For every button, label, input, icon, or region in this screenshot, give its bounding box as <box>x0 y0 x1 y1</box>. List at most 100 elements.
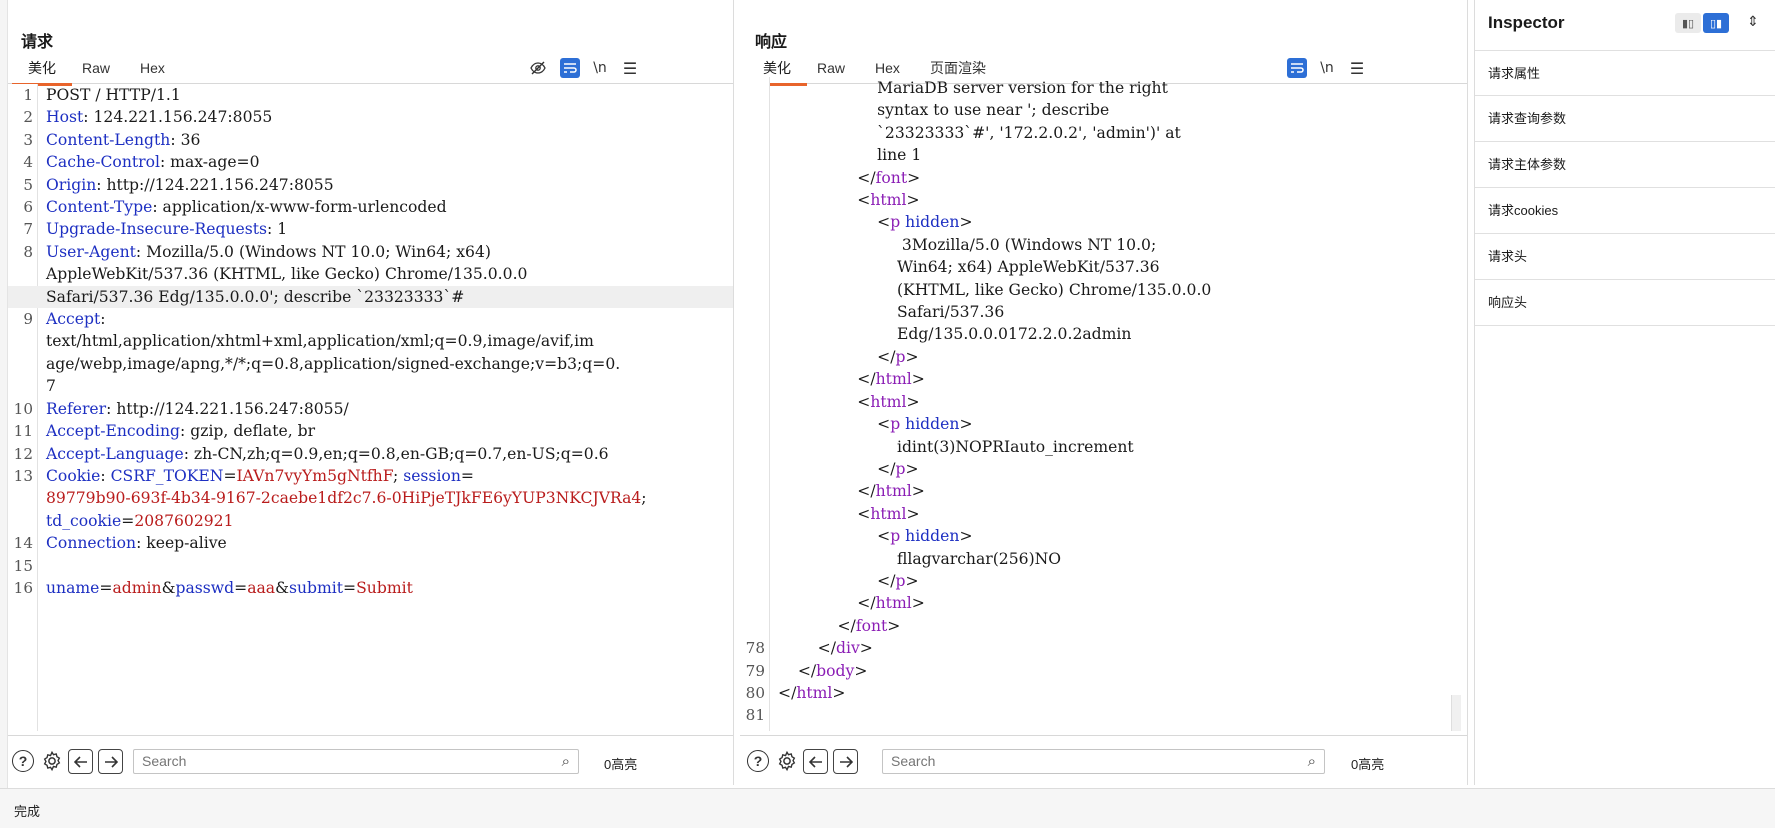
code-line[interactable]: 7 <box>8 375 733 397</box>
code-line[interactable]: 2 Host: 124.221.156.247:8055 <box>8 106 733 128</box>
code-token: `23323333`#', '172.2.0.2', 'admin')' at <box>778 123 1181 142</box>
gear-icon[interactable] <box>39 748 65 774</box>
code-line[interactable]: </font> <box>740 615 1467 637</box>
code-token: hidden <box>905 213 960 232</box>
help-icon[interactable]: ? <box>747 750 769 772</box>
forward-arrow-icon[interactable] <box>98 749 123 774</box>
code-line[interactable]: </p> <box>740 346 1467 368</box>
line-code: 7 <box>38 375 733 397</box>
inspector-layout-right-button[interactable]: ▯▮ <box>1703 13 1729 33</box>
code-line[interactable]: 16 uname=admin&passwd=aaa&submit=Submit <box>8 577 733 599</box>
inspector-item-query-params[interactable]: 请求查询参数 <box>1475 96 1775 142</box>
line-code: 89779b90-693f-4b34-9167-2caebe1df2c7.6-0… <box>38 487 733 509</box>
code-token: 2087602921 <box>134 511 234 530</box>
code-line[interactable]: idint(3)NOPRIauto_increment <box>740 436 1467 458</box>
code-line[interactable]: 8 User-Agent: Mozilla/5.0 (Windows NT 10.… <box>8 241 733 263</box>
code-line[interactable]: 14 Connection: keep-alive <box>8 532 733 554</box>
code-line[interactable]: AppleWebKit/537.36 (KHTML, like Gecko) C… <box>8 263 733 285</box>
code-token: : <box>100 466 111 485</box>
collapse-icon[interactable]: ⇕ <box>1743 12 1763 32</box>
code-line[interactable]: <html> <box>740 189 1467 211</box>
gear-icon[interactable] <box>774 748 800 774</box>
code-line[interactable]: text/html,application/xhtml+xml,applicat… <box>8 330 733 352</box>
hamburger-icon[interactable]: ☰ <box>1347 58 1367 78</box>
line-number <box>8 375 38 397</box>
code-line[interactable]: 15 <box>8 555 733 577</box>
code-line[interactable]: 79 </body> <box>740 660 1467 682</box>
newline-toggle[interactable]: \n <box>590 58 610 78</box>
search-icon[interactable]: ⌕ <box>1308 750 1316 773</box>
newline-toggle[interactable]: \n <box>1317 58 1337 78</box>
code-line[interactable]: <html> <box>740 391 1467 413</box>
code-line[interactable]: 13 Cookie: CSRF_TOKEN=IAVn7vyYm5gNtfhF; s… <box>8 465 733 487</box>
code-line[interactable]: 78 </div> <box>740 637 1467 659</box>
hamburger-icon[interactable]: ☰ <box>620 58 640 78</box>
code-line[interactable]: </html> <box>740 592 1467 614</box>
code-line[interactable]: 3 Content-Length: 36 <box>8 129 733 151</box>
eye-slash-icon[interactable] <box>528 58 548 78</box>
help-icon[interactable]: ? <box>12 750 34 772</box>
code-line[interactable]: </html> <box>740 368 1467 390</box>
response-search-input[interactable]: Search ⌕ <box>882 749 1325 774</box>
code-line[interactable]: 4 Cache-Control: max-age=0 <box>8 151 733 173</box>
code-line[interactable]: <html> <box>740 503 1467 525</box>
code-line[interactable]: </p> <box>740 458 1467 480</box>
inspector-item-request-headers[interactable]: 请求头 <box>1475 234 1775 280</box>
code-line[interactable]: 7 Upgrade-Insecure-Requests: 1 <box>8 218 733 240</box>
code-line[interactable]: fllagvarchar(256)NO <box>740 548 1467 570</box>
code-line[interactable]: <p hidden> <box>740 211 1467 233</box>
code-line[interactable]: 1 POST / HTTP/1.1 <box>8 84 733 106</box>
code-line[interactable]: Safari/537.36 <box>740 301 1467 323</box>
code-line[interactable]: Win64; x64) AppleWebKit/537.36 <box>740 256 1467 278</box>
code-line[interactable]: Edg/135.0.0.0172.2.0.2admin <box>740 323 1467 345</box>
request-search-input[interactable]: Search ⌕ <box>133 749 579 774</box>
code-line[interactable]: age/webp,image/apng,*/*;q=0.8,applicatio… <box>8 353 733 375</box>
code-token: : max-age=0 <box>159 153 260 172</box>
tab-request-raw[interactable]: Raw <box>79 59 113 83</box>
inspector-item-request-attributes[interactable]: 请求属性 <box>1475 50 1775 96</box>
code-line[interactable]: 9 Accept: <box>8 308 733 330</box>
code-line[interactable]: <p hidden> <box>740 525 1467 547</box>
back-arrow-icon[interactable] <box>68 749 93 774</box>
inspector-layout-left-button[interactable]: ▮▯ <box>1675 13 1701 33</box>
back-arrow-icon[interactable] <box>803 749 828 774</box>
code-line[interactable]: 81 <box>740 704 1467 726</box>
code-line[interactable]: 10 Referer: http://124.221.156.247:8055/ <box>8 398 733 420</box>
code-line[interactable]: line 1 <box>740 144 1467 166</box>
code-line[interactable]: 3Mozilla/5.0 (Windows NT 10.0; <box>740 234 1467 256</box>
response-scrollbar[interactable] <box>1451 695 1461 731</box>
code-line[interactable]: `23323333`#', '172.2.0.2', 'admin')' at <box>740 122 1467 144</box>
request-editor[interactable]: 1 POST / HTTP/1.1 2 Host: 124.221.156.247:8… <box>8 84 733 731</box>
wrap-icon[interactable] <box>1287 58 1307 78</box>
code-line[interactable]: 11 Accept-Encoding: gzip, deflate, br <box>8 420 733 442</box>
code-line[interactable]: Safari/537.36 Edg/135.0.0.0'; describe `… <box>8 285 733 309</box>
code-line[interactable]: 5 Origin: http://124.221.156.247:8055 <box>8 174 733 196</box>
line-number: 78 <box>745 639 765 658</box>
code-line[interactable]: td_cookie=2087602921 <box>8 510 733 532</box>
line-number <box>740 256 770 278</box>
wrap-icon[interactable] <box>560 58 580 78</box>
tab-request-hex[interactable]: Hex <box>137 59 168 83</box>
search-icon[interactable]: ⌕ <box>562 750 570 773</box>
inspector-item-cookies[interactable]: 请求cookies <box>1475 188 1775 234</box>
code-line[interactable]: (KHTML, like Gecko) Chrome/135.0.0.0 <box>740 279 1467 301</box>
line-code: </font> <box>770 615 1467 637</box>
forward-arrow-icon[interactable] <box>833 749 858 774</box>
code-line[interactable]: </html> <box>740 480 1467 502</box>
code-token: html <box>875 370 912 389</box>
code-line[interactable]: </font> <box>740 167 1467 189</box>
code-line[interactable]: 12 Accept-Language: zh-CN,zh;q=0.9,en;q=0… <box>8 443 733 465</box>
code-token: > <box>906 392 920 411</box>
response-editor[interactable]: MariaDB server version for the right syn… <box>740 77 1467 731</box>
code-line[interactable]: 89779b90-693f-4b34-9167-2caebe1df2c7.6-0… <box>8 487 733 509</box>
code-line[interactable]: syntax to use near '; describe <box>740 99 1467 121</box>
inspector-item-response-headers[interactable]: 响应头 <box>1475 280 1775 326</box>
code-line[interactable]: MariaDB server version for the right <box>740 77 1467 99</box>
inspector-item-body-params[interactable]: 请求主体参数 <box>1475 142 1775 188</box>
tab-request-pretty[interactable]: 美化 <box>12 59 72 86</box>
code-line[interactable]: </p> <box>740 570 1467 592</box>
code-line[interactable]: <p hidden> <box>740 413 1467 435</box>
code-line[interactable]: 80 </html> <box>740 682 1467 704</box>
code-line[interactable]: 6 Content-Type: application/x-www-form-ur… <box>8 196 733 218</box>
code-token: session <box>403 466 461 485</box>
